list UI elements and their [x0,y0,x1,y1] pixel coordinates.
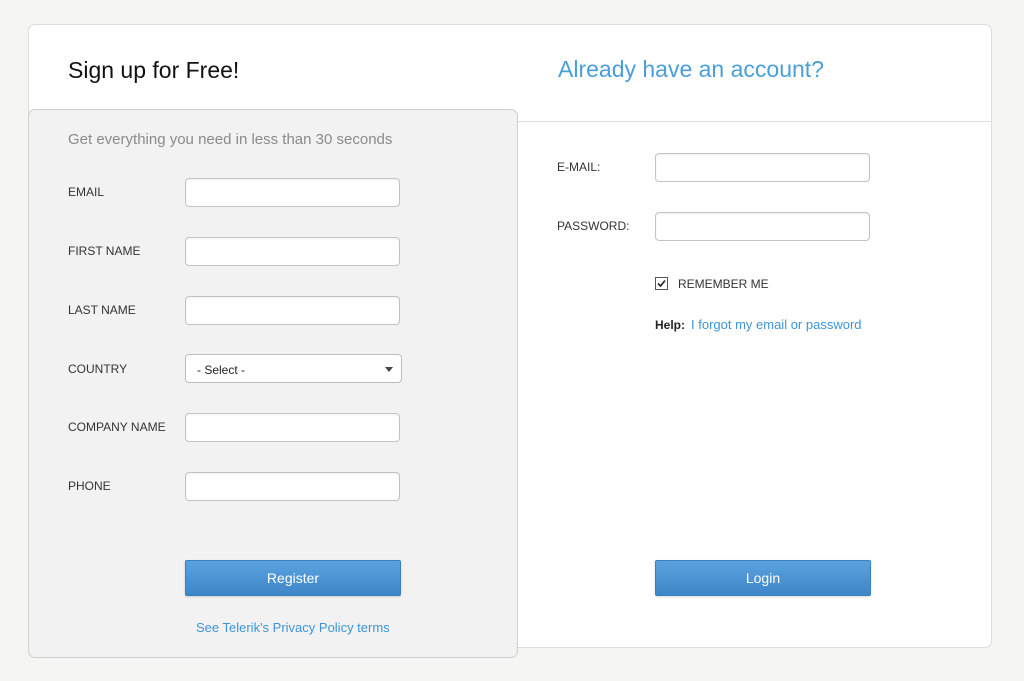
phone-label: PHONE [68,479,111,493]
signup-email-input[interactable] [185,178,400,207]
privacy-policy-link[interactable]: See Telerik's Privacy Policy terms [196,620,390,635]
forgot-credentials-link[interactable]: I forgot my email or password [691,317,862,332]
help-label: Help: [655,318,685,332]
email-label: EMAIL [68,185,105,199]
login-email-input[interactable] [655,153,870,182]
password-label: PASSWORD: [557,219,630,233]
country-label: COUNTRY [68,362,128,376]
company-name-label: COMPANY NAME [68,420,166,434]
signup-subtitle: Get everything you need in less than 30 … [68,131,393,148]
register-button[interactable]: Register [185,560,401,596]
company-name-input[interactable] [185,413,400,442]
remember-me-label: REMEMBER ME [678,277,769,291]
chevron-down-icon [385,367,393,372]
checkmark-icon [657,279,666,288]
header-divider [516,121,992,122]
signup-title: Sign up for Free! [68,57,240,83]
last-name-label: LAST NAME [68,303,136,317]
password-input[interactable] [655,212,870,241]
last-name-input[interactable] [185,296,400,325]
login-title: Already have an account? [558,56,824,82]
country-select[interactable]: - Select - [185,354,402,383]
first-name-input[interactable] [185,237,400,266]
login-email-label: E-MAIL: [557,160,601,174]
country-selected-value: - Select - [197,363,246,377]
remember-me-checkbox[interactable] [655,277,668,290]
first-name-label: FIRST NAME [68,244,141,258]
phone-input[interactable] [185,472,400,501]
login-button[interactable]: Login [655,560,871,596]
